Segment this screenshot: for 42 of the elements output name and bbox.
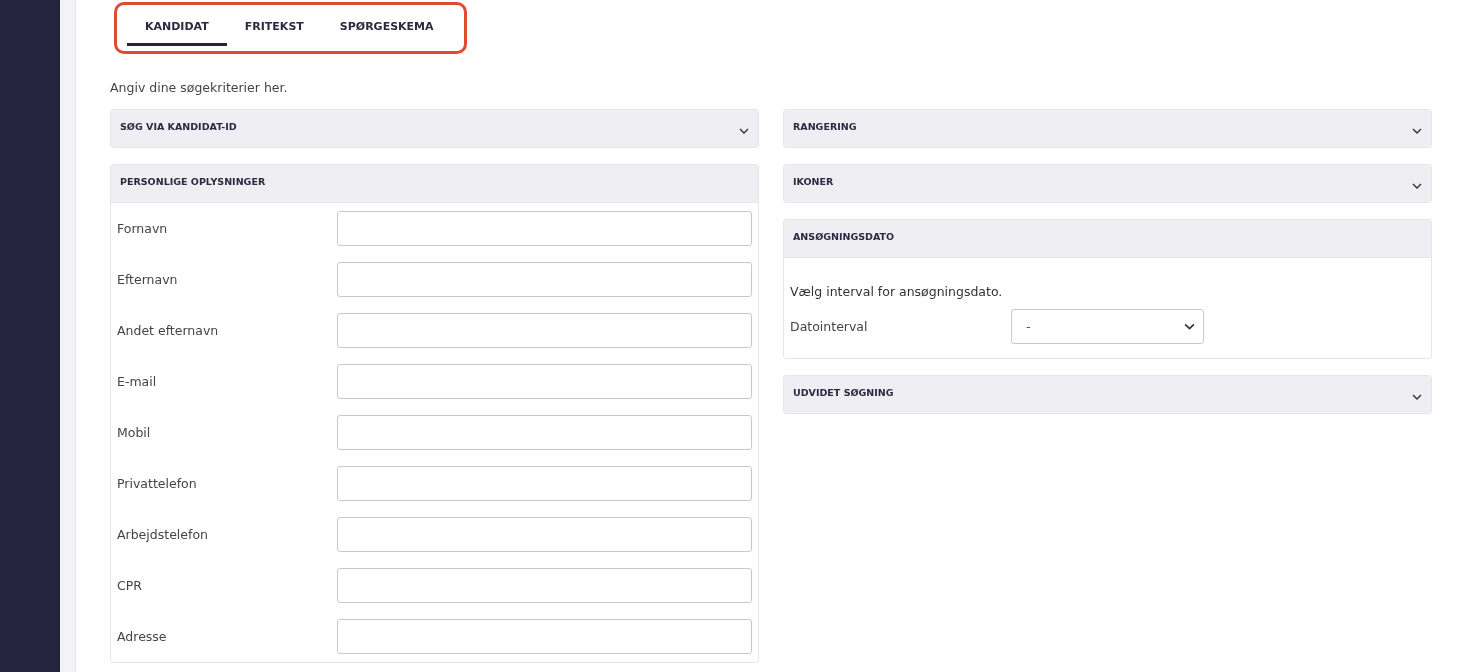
field-label: CPR <box>117 578 143 593</box>
input-field[interactable] <box>337 517 752 552</box>
panel-header[interactable]: RANGERING <box>784 110 1431 147</box>
input-field[interactable] <box>337 415 752 450</box>
field-label: Andet efternavn <box>117 323 220 338</box>
chevron-down-icon <box>1184 323 1195 330</box>
intro-text: Angiv dine søgekriterier her. <box>110 80 289 95</box>
input-field[interactable] <box>337 466 752 501</box>
panel-header[interactable]: SØG VIA KANDIDAT-ID <box>111 110 758 147</box>
field-label: Mobil <box>117 425 152 440</box>
input-field[interactable] <box>337 262 752 297</box>
field-label: Datointerval <box>790 319 869 334</box>
field-label: Fornavn <box>117 221 169 236</box>
tab[interactable]: KANDIDAT <box>127 13 227 46</box>
input-field[interactable] <box>337 313 752 348</box>
chevron-down-icon <box>1412 183 1422 189</box>
input-field[interactable] <box>337 364 752 399</box>
panel-title: RANGERING <box>793 121 857 132</box>
panel-title: SØG VIA KANDIDAT-ID <box>120 121 237 132</box>
panel-title: IKONER <box>793 176 834 187</box>
panel-title: UDVIDET SØGNING <box>793 387 894 398</box>
panel-title: ANSØGNINGSDATO <box>793 231 895 242</box>
chevron-down-icon <box>1412 128 1422 134</box>
input-field[interactable] <box>337 211 752 246</box>
tab[interactable]: SPØRGESKEMA <box>321 13 452 46</box>
input-field[interactable] <box>337 568 752 603</box>
panel-header[interactable]: ANSØGNINGSDATO <box>784 220 1431 257</box>
field-label: Arbejdstelefon <box>117 527 209 542</box>
chevron-down-icon <box>1412 394 1422 400</box>
panel-header[interactable]: PERSONLIGE OPLYSNINGER <box>111 165 758 202</box>
description-text: Vælg interval for ansøgningsdato. <box>790 284 1004 299</box>
dropdown[interactable]: - <box>1011 309 1204 344</box>
panel-title: PERSONLIGE OPLYSNINGER <box>120 176 266 187</box>
tab[interactable]: FRITEKST <box>226 13 322 46</box>
input-field[interactable] <box>337 619 752 654</box>
chevron-down-icon <box>739 128 749 134</box>
panel-header[interactable]: IKONER <box>784 165 1431 202</box>
field-label: E-mail <box>117 374 158 389</box>
panel-header[interactable]: UDVIDET SØGNING <box>784 376 1431 413</box>
field-label: Adresse <box>117 629 168 644</box>
field-label: Efternavn <box>117 272 179 287</box>
field-label: Privattelefon <box>117 476 198 491</box>
